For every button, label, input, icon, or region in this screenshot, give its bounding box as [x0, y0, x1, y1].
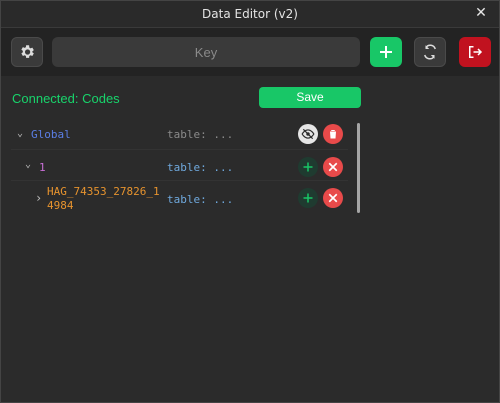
tree-key: Global — [31, 128, 71, 141]
connection-status: Connected: Codes — [12, 91, 120, 106]
chevron-down-icon[interactable]: ⌄ — [25, 160, 35, 170]
plus-icon — [380, 46, 392, 58]
trash-glyph — [330, 130, 336, 139]
close-icon[interactable]: ✕ — [473, 5, 489, 21]
eye-off-glyph — [301, 128, 315, 140]
settings-button[interactable] — [11, 37, 43, 67]
plus-glyph — [303, 162, 313, 172]
tree-key: 1 — [39, 161, 46, 174]
tree-row[interactable]: ⌄ Global table: ... — [11, 119, 356, 150]
remove-icon[interactable] — [323, 188, 343, 208]
exit-button[interactable] — [459, 37, 491, 67]
tree-value: table: ... — [167, 193, 234, 206]
add-button[interactable] — [370, 37, 402, 67]
tree-row[interactable]: ⌄ 1 table: ... — [11, 150, 356, 181]
x-glyph — [328, 162, 338, 172]
data-editor-window: Data Editor (v2) ✕ Conne — [0, 0, 500, 403]
add-child-icon[interactable] — [298, 188, 318, 208]
toolbar — [1, 28, 499, 76]
gear-icon — [21, 45, 34, 58]
scrollbar[interactable] — [357, 123, 360, 213]
refresh-button[interactable] — [414, 37, 446, 67]
refresh-icon — [424, 44, 436, 60]
logout-icon — [469, 46, 483, 58]
tree-row[interactable]: › HAG_74353_27826_1 4984 table: ... — [11, 181, 356, 213]
add-child-icon[interactable] — [298, 157, 318, 177]
key-input[interactable] — [52, 37, 360, 67]
tree-key: HAG_74353_27826_1 4984 — [47, 185, 160, 212]
window-title: Data Editor (v2) — [202, 7, 298, 21]
x-glyph — [328, 193, 338, 203]
trash-icon[interactable] — [323, 124, 343, 144]
save-button[interactable]: Save — [259, 87, 361, 108]
eye-off-icon[interactable] — [298, 124, 318, 144]
chevron-down-icon[interactable]: ⌄ — [17, 129, 27, 139]
plus-glyph — [303, 193, 313, 203]
title-bar: Data Editor (v2) ✕ — [1, 1, 499, 28]
tree-value: table: ... — [167, 128, 234, 141]
chevron-right-icon[interactable]: › — [35, 192, 45, 204]
remove-icon[interactable] — [323, 157, 343, 177]
tree-value: table: ... — [167, 161, 234, 174]
